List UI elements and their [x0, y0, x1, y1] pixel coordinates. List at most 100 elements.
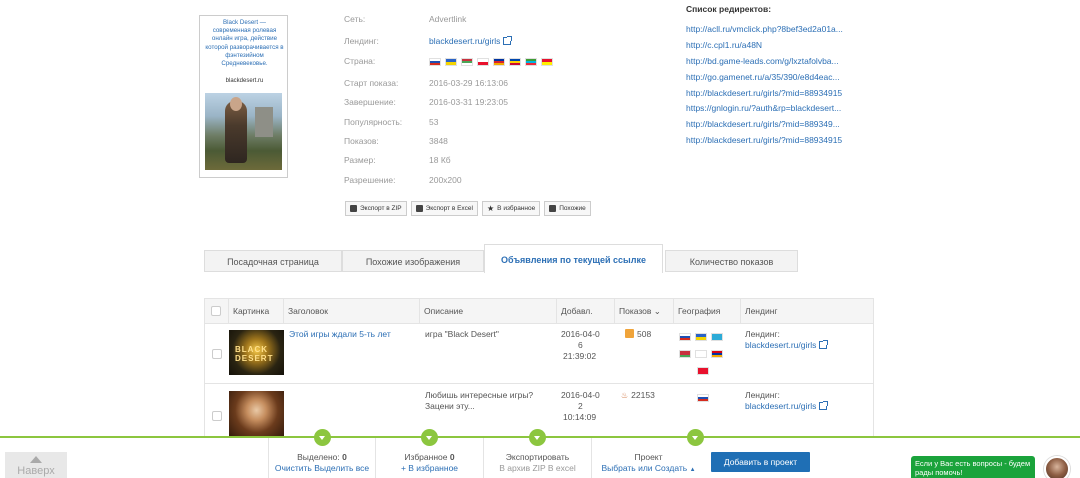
table-header: Картинка Заголовок Описание Добавл. Пока… [205, 299, 873, 324]
project-select-label[interactable]: Выбрать или Создать [601, 463, 687, 473]
project-label: Проект [634, 452, 663, 462]
landing-link-text[interactable]: blackdesert.ru/girls [429, 36, 500, 46]
row-description-line: Любишь интересные игры? [425, 390, 534, 400]
added-date-cont: 6 [578, 340, 583, 350]
clear-select-all-link[interactable]: Очистить Выделить все [269, 463, 375, 474]
scroll-up-button[interactable]: Наверх [5, 452, 67, 478]
tab-similar-images[interactable]: Похожие изображения [342, 250, 484, 272]
row-checkbox[interactable] [212, 349, 222, 359]
size-label: Размер: [344, 155, 376, 165]
export-zip-label: Экспорт в ZIP [360, 205, 402, 212]
selected-text: Выделено: 0 [269, 452, 375, 463]
col-shows[interactable]: Показов ⌄ [615, 299, 674, 324]
tab-ads-by-link[interactable]: Объявления по текущей ссылке [484, 244, 663, 273]
help-chat-bubble[interactable]: Если у Вас есть вопросы - будем рады пом… [911, 456, 1035, 478]
tab-landing-page[interactable]: Посадочная страница [204, 250, 342, 272]
redirect-link[interactable]: http://acll.ru/vmclick.php?8bef3ed2a01a.… [686, 24, 843, 34]
flag-icon [509, 57, 521, 66]
favorites-label: Избранное [404, 452, 448, 462]
row-description: Любишь интересные игры? Зацени эту... [425, 390, 533, 412]
popularity-label: Популярность: [344, 117, 403, 127]
added-time: 21:39:02 [563, 351, 597, 361]
row-thumbnail[interactable] [229, 391, 284, 439]
export-zip-button[interactable]: Экспорт в ZIP [345, 201, 407, 216]
row-landing-link[interactable]: blackdesert.ru/girls [745, 401, 829, 412]
scroll-up-label: Наверх [17, 465, 55, 477]
chevron-down-icon[interactable] [421, 429, 438, 446]
favorites-button[interactable]: ★ В избранное [482, 201, 541, 216]
tab-show-count[interactable]: Количество показов [665, 250, 798, 272]
redirect-link[interactable]: http://blackdesert.ru/girls/?mid=8893491… [686, 135, 842, 145]
export-excel-button[interactable]: Экспорт в Excel [410, 201, 478, 216]
col-geo: География [674, 299, 741, 324]
flag-icon [541, 57, 553, 66]
redirect-link[interactable]: http://blackdesert.ru/girls/?mid=8893491… [686, 88, 842, 98]
star-icon: ★ [487, 204, 495, 213]
added-time: 10:14:09 [563, 412, 597, 422]
shows-value: 3848 [429, 136, 448, 146]
flag-icon [445, 57, 457, 66]
row-thumbnail[interactable]: BLACK DESERT [229, 330, 284, 375]
project-select[interactable]: Выбрать или Создать ▲ [592, 463, 705, 476]
support-avatar[interactable] [1044, 456, 1070, 478]
col-title: Заголовок [284, 299, 420, 324]
flag-icon [695, 349, 707, 358]
table-row: BLACK DESERT Этой игры ждали 5-ть лет иг… [205, 324, 873, 384]
chevron-down-icon[interactable] [529, 429, 546, 446]
add-to-project-button[interactable]: Добавить в проект [711, 452, 810, 472]
add-to-favorites-link[interactable]: + В избранное [376, 463, 483, 474]
row-added: 2016-04-0 6 21:39:02 [561, 329, 600, 362]
external-link-icon[interactable] [819, 340, 829, 349]
row-title[interactable]: Этой игры ждали 5-ть лет [289, 329, 391, 340]
flag-icon [679, 349, 691, 358]
row-landing-link-text[interactable]: blackdesert.ru/girls [745, 340, 816, 350]
flag-icon [679, 332, 691, 341]
row-description-line: Зацени эту... [425, 401, 475, 411]
row-shows: ♨ 22153 [621, 390, 655, 401]
redirect-link[interactable]: http://blackdesert.ru/girls/?mid=889349.… [686, 119, 840, 129]
export-excel-label: Экспорт в Excel [425, 205, 473, 212]
flag-icon [697, 366, 709, 375]
eye-icon [625, 329, 634, 338]
row-landing: Лендинг: blackdesert.ru/girls [745, 390, 829, 412]
favorites-count: 0 [449, 452, 455, 462]
flag-icon [429, 57, 441, 66]
end-value: 2016-03-31 19:23:05 [429, 97, 508, 107]
redirect-link[interactable]: http://go.gamenet.ru/a/35/390/e8d4eac... [686, 72, 840, 82]
end-label: Завершение: [344, 97, 396, 107]
export-links[interactable]: В архив ZIP В excel [484, 463, 591, 474]
external-link-icon[interactable] [819, 401, 829, 410]
added-date: 2016-04-0 [561, 390, 600, 400]
chevron-down-icon[interactable] [687, 429, 704, 446]
landing-label: Лендинг: [344, 36, 379, 46]
redirect-title: Список редиректов: [686, 4, 772, 14]
flag-icon [695, 332, 707, 341]
select-all-cell [205, 299, 229, 324]
select-all-checkbox[interactable] [211, 306, 221, 316]
ad-image-head [230, 97, 242, 111]
flag-icon [477, 57, 489, 66]
ads-table: Картинка Заголовок Описание Добавл. Пока… [204, 298, 874, 439]
row-landing-link[interactable]: blackdesert.ru/girls [745, 340, 829, 351]
external-link-icon[interactable] [503, 36, 513, 45]
redirect-link[interactable]: http://c.cpl1.ru/a48N [686, 40, 762, 50]
thumbnail-logo-text: BLACK DESERT [235, 345, 274, 363]
chevron-down-icon: ⌄ [651, 306, 661, 316]
row-landing-label: Лендинг: [745, 329, 780, 339]
flag-icon [711, 349, 723, 358]
redirect-link[interactable]: http://bd.game-leads.com/g/lxztafolvba..… [686, 56, 839, 66]
similar-button[interactable]: Похожие [544, 201, 591, 216]
flag-icon [461, 57, 473, 66]
row-landing-link-text[interactable]: blackdesert.ru/girls [745, 401, 816, 411]
ad-image [205, 93, 282, 170]
favorites-text: Избранное 0 [376, 452, 483, 463]
row-checkbox[interactable] [212, 411, 222, 421]
action-buttons: Экспорт в ZIP Экспорт в Excel ★ В избранн… [345, 201, 591, 216]
selected-count: 0 [342, 452, 347, 462]
chevron-down-icon[interactable] [314, 429, 331, 446]
selected-section: Выделено: 0 Очистить Выделить все [268, 429, 375, 478]
tab-bar: Посадочная страница Похожие изображения … [204, 244, 798, 273]
start-label: Старт показа: [344, 78, 399, 88]
landing-link[interactable]: blackdesert.ru/girls [429, 34, 513, 48]
redirect-link[interactable]: https://gnlogin.ru/?auth&rp=blackdesert.… [686, 103, 841, 113]
